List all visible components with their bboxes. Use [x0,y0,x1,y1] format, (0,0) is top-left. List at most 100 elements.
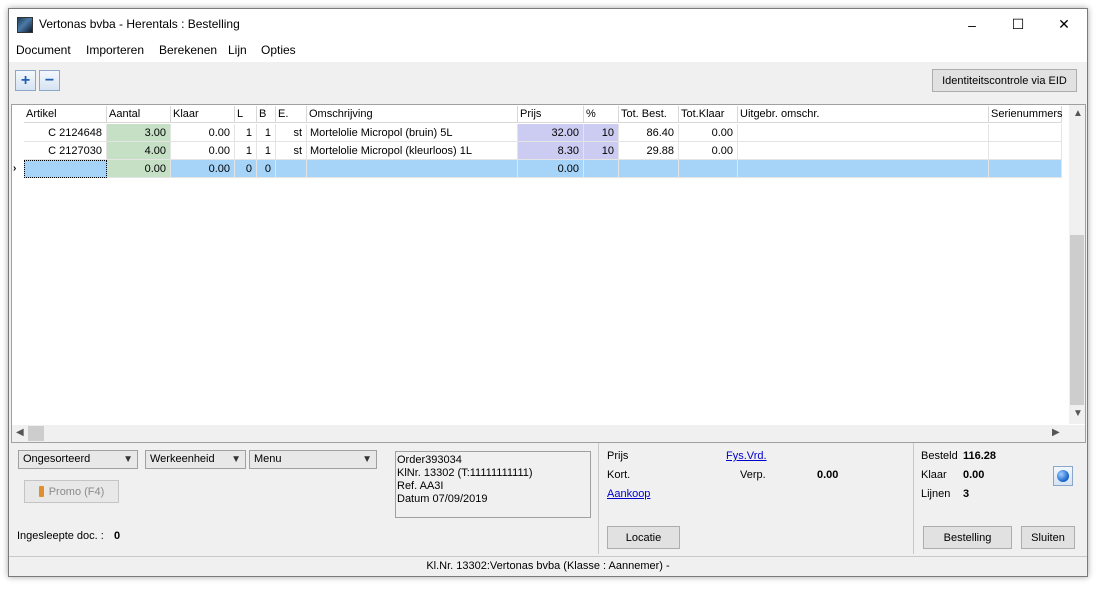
cell-l[interactable]: 1 [235,142,257,160]
column-header-omschrijving[interactable]: Omschrijving [307,106,518,123]
cell-uitgebr-omschr[interactable] [738,160,989,178]
cell-tot-best[interactable]: 29.88 [619,142,679,160]
column-header-artikel[interactable]: Artikel [24,106,107,123]
plus-icon: + [20,71,31,89]
cell-klaar[interactable]: 0.00 [171,124,235,142]
cell-tot-klaar[interactable] [679,160,738,178]
cell-artikel[interactable] [24,160,107,178]
dropped-docs-label: Ingesleepte doc. : [17,530,104,542]
eid-check-button[interactable]: Identiteitscontrole via EID [932,69,1077,92]
column-header-klaar[interactable]: Klaar [171,106,235,123]
column-header-b[interactable]: B [257,106,276,123]
horizontal-scrollbar[interactable]: ◀ ▶ [12,425,1085,442]
cell-percent[interactable]: 10 [584,142,619,160]
vertical-scrollbar[interactable]: ▲ ▼ [1069,105,1085,424]
cell-serienummers[interactable] [989,160,1062,178]
fys-vrd-link[interactable]: Fys.Vrd. [726,450,767,462]
column-header-tot-klaar[interactable]: Tot.Klaar [679,106,738,123]
minus-icon: − [44,71,55,89]
cell-artikel[interactable]: C 2127030 [24,142,107,160]
window-title: Vertonas bvba - Herentals : Bestelling [39,17,240,31]
cell-aantal[interactable]: 0.00 [107,160,171,178]
cell-aantal[interactable]: 4.00 [107,142,171,160]
menu-lijn[interactable]: Lijn [228,43,247,57]
promo-button[interactable]: Promo (F4) [24,480,119,503]
remove-line-button[interactable]: − [39,70,60,91]
cell-l[interactable]: 0 [235,160,257,178]
menu-berekenen[interactable]: Berekenen [159,43,217,57]
cell-uitgebr-omschr[interactable] [738,124,989,142]
cell-omschrijving[interactable] [307,160,518,178]
column-header-uitgebr-omschr[interactable]: Uitgebr. omschr. [738,106,989,123]
cell-e[interactable]: st [276,142,307,160]
column-header-tot-best[interactable]: Tot. Best. [619,106,679,123]
menu-opties[interactable]: Opties [261,43,296,57]
column-header-e[interactable]: E. [276,106,307,123]
cell-prijs[interactable]: 0.00 [518,160,584,178]
cell-prijs[interactable]: 32.00 [518,124,584,142]
vertical-scroll-thumb[interactable] [1070,235,1084,405]
minimize-button[interactable]: – [949,9,995,40]
menu-importeren[interactable]: Importeren [86,43,144,57]
lijnen-value: 3 [963,488,970,500]
column-header-prijs[interactable]: Prijs [518,106,584,123]
application-window: Vertonas bvba - Herentals : Bestelling –… [8,8,1088,577]
order-lines-grid: Artikel Aantal Klaar L B E. Omschrijving… [11,104,1086,443]
horizontal-scroll-thumb[interactable] [28,426,44,441]
cell-klaar[interactable]: 0.00 [171,142,235,160]
cell-tot-best[interactable] [619,160,679,178]
customer-number: KlNr. 13302 (T:11111111111) [397,467,533,479]
maximize-button[interactable]: ☐ [995,9,1041,40]
cell-percent[interactable] [584,160,619,178]
scroll-down-icon[interactable]: ▼ [1073,408,1083,419]
cell-e[interactable]: st [276,124,307,142]
cell-omschrijving[interactable]: Mortelolie Micropol (kleurloos) 1L [307,142,518,160]
kort-label: Kort. [607,469,631,481]
cell-prijs[interactable]: 8.30 [518,142,584,160]
column-header-percent[interactable]: % [584,106,619,123]
panel-divider [913,443,914,554]
scroll-right-icon[interactable]: ▶ [1052,427,1060,438]
column-header-serienummers[interactable]: Serienummers [989,106,1063,123]
close-button[interactable]: ✕ [1041,9,1087,40]
globe-button[interactable] [1053,466,1073,486]
menu-bar: Document Importeren Berekenen Lijn Optie… [9,40,1087,62]
cell-omschrijving[interactable]: Mortelolie Micropol (bruin) 5L [307,124,518,142]
globe-icon [1057,470,1069,482]
bestelling-button[interactable]: Bestelling [923,526,1012,549]
add-line-button[interactable]: + [15,70,36,91]
table-row-selected[interactable]: › 0.00 0.00 0 0 0.00 [12,160,1072,178]
table-row[interactable]: C 2127030 4.00 0.00 1 1 st Mortelolie Mi… [12,142,1072,160]
prijs-label: Prijs [607,450,629,462]
table-row[interactable]: C 2124648 3.00 0.00 1 1 st Mortelolie Mi… [12,124,1072,142]
sort-combo[interactable]: Ongesorteerd ▼ [18,450,138,469]
sluiten-button[interactable]: Sluiten [1021,526,1075,549]
cell-serienummers[interactable] [989,142,1062,160]
cell-b[interactable]: 0 [257,160,276,178]
cell-tot-klaar[interactable]: 0.00 [679,142,738,160]
column-header-l[interactable]: L [235,106,257,123]
cell-artikel[interactable]: C 2124648 [24,124,107,142]
cell-serienummers[interactable] [989,124,1062,142]
cell-klaar[interactable]: 0.00 [171,160,235,178]
cell-l[interactable]: 1 [235,124,257,142]
locatie-button[interactable]: Locatie [607,526,680,549]
aankoop-link[interactable]: Aankoop [607,488,650,500]
cell-b[interactable]: 1 [257,142,276,160]
unit-combo[interactable]: Werkeenheid ▼ [145,450,246,469]
column-header-aantal[interactable]: Aantal [107,106,171,123]
status-bar: Kl.Nr. 13302:Vertonas bvba (Klasse : Aan… [9,556,1087,576]
menu-document[interactable]: Document [16,43,71,57]
cell-aantal[interactable]: 3.00 [107,124,171,142]
cell-percent[interactable]: 10 [584,124,619,142]
cell-uitgebr-omschr[interactable] [738,142,989,160]
menu-combo-value: Menu [254,453,282,465]
scroll-left-icon[interactable]: ◀ [16,427,24,438]
cell-tot-klaar[interactable]: 0.00 [679,124,738,142]
menu-combo[interactable]: Menu ▼ [249,450,377,469]
cell-tot-best[interactable]: 86.40 [619,124,679,142]
scroll-up-icon[interactable]: ▲ [1073,108,1083,119]
cell-b[interactable]: 1 [257,124,276,142]
cell-e[interactable] [276,160,307,178]
verp-label: Verp. [740,469,766,481]
